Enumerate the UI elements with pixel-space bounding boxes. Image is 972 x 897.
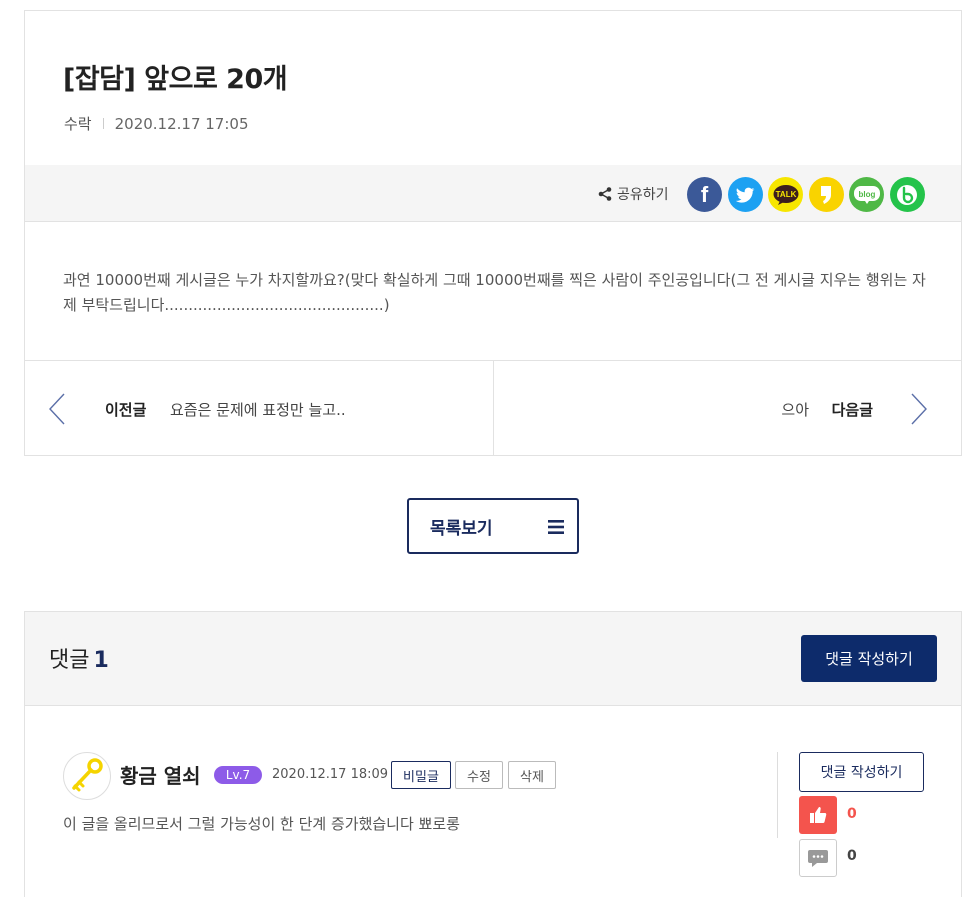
prev-post-label[interactable]: 이전글 [105, 399, 146, 420]
comment-title-label: 댓글 [49, 648, 90, 673]
like-button[interactable] [799, 796, 837, 834]
next-post-label[interactable]: 다음글 [832, 399, 873, 420]
naver-blog-icon[interactable]: blog [849, 177, 884, 212]
facebook-glyph: f [700, 181, 709, 207]
golden-key-icon [72, 758, 103, 792]
facebook-icon[interactable]: f [687, 177, 722, 212]
kakaotalk-bubble-icon: TALK [773, 184, 798, 205]
kakaostory-icon[interactable] [808, 177, 844, 212]
post-author[interactable]: 수락 [64, 113, 92, 134]
avatar[interactable] [63, 752, 111, 800]
blog-text: blog [858, 190, 875, 199]
comment-title: 댓글 1 [49, 642, 109, 674]
post-card: [잡담] 앞으로 20개 수락 2020.12.17 17:05 공유하기 f [24, 10, 962, 456]
list-view-label: 목록보기 [430, 519, 493, 539]
twitter-bird-icon [735, 187, 755, 203]
post-navigation: 이전글 요즘은 문제에 표정만 늘고.. 으아 다음글 [25, 360, 961, 456]
share-label: 공유하기 [617, 187, 669, 203]
like-count: 0 [847, 806, 857, 822]
chevron-right-icon[interactable] [907, 391, 931, 427]
edit-button[interactable]: 수정 [455, 761, 503, 789]
nav-divider [493, 361, 494, 456]
secret-button[interactable]: 비밀글 [391, 761, 451, 789]
delete-button[interactable]: 삭제 [508, 761, 556, 789]
share-bar: 공유하기 f TALK blog [25, 165, 961, 222]
meta-separator [102, 118, 104, 129]
post-meta: 수락 2020.12.17 17:05 [64, 113, 249, 134]
post-title: [잡담] 앞으로 20개 [63, 64, 288, 95]
list-view-button[interactable]: 목록보기 [407, 498, 579, 554]
band-icon[interactable] [889, 177, 925, 212]
post-body: 과연 10000번째 게시글은 누가 차지할까요?(맞다 확실하게 그때 100… [63, 271, 926, 314]
share-icons: f TALK blog [687, 177, 930, 212]
share-icon [598, 187, 612, 201]
share-button[interactable]: 공유하기 [597, 184, 669, 204]
prev-post-title[interactable]: 요즘은 문제에 표정만 늘고.. [170, 399, 346, 420]
comment-author[interactable]: 황금 열쇠 [120, 760, 201, 789]
write-comment-button[interactable]: 댓글 작성하기 [801, 635, 937, 682]
reply-count-button[interactable] [799, 839, 837, 877]
comment-section: 댓글 1 댓글 작성하기 황금 열쇠 Lv.7 2020.12.17 18:09 … [24, 611, 962, 897]
comment-text: 이 글을 올리므로서 그럴 가능성이 한 단계 증가했습니다 뾰로롱 [63, 815, 460, 833]
post-date: 2020.12.17 17:05 [114, 114, 249, 133]
menu-icon [548, 520, 564, 534]
comment-date: 2020.12.17 18:09 [272, 767, 389, 782]
naver-blog-bubble-icon: blog [853, 185, 880, 204]
comment-divider [777, 752, 778, 838]
chevron-left-icon[interactable] [45, 391, 69, 427]
thumbs-up-icon [810, 807, 827, 823]
reply-count: 0 [847, 848, 857, 864]
twitter-icon[interactable] [727, 177, 763, 212]
reply-button[interactable]: 댓글 작성하기 [799, 752, 924, 792]
kakaotalk-text: TALK [775, 190, 796, 199]
kakaostory-glyph-icon [821, 185, 831, 204]
kakaotalk-icon[interactable]: TALK [768, 177, 803, 212]
band-glyph-icon [897, 184, 917, 205]
comment-header: 댓글 1 댓글 작성하기 [25, 612, 961, 706]
comment-bubble-icon [808, 850, 828, 867]
next-post-title[interactable]: 으아 [781, 399, 809, 420]
comment-count: 1 [93, 648, 109, 673]
level-badge: Lv.7 [214, 766, 262, 784]
